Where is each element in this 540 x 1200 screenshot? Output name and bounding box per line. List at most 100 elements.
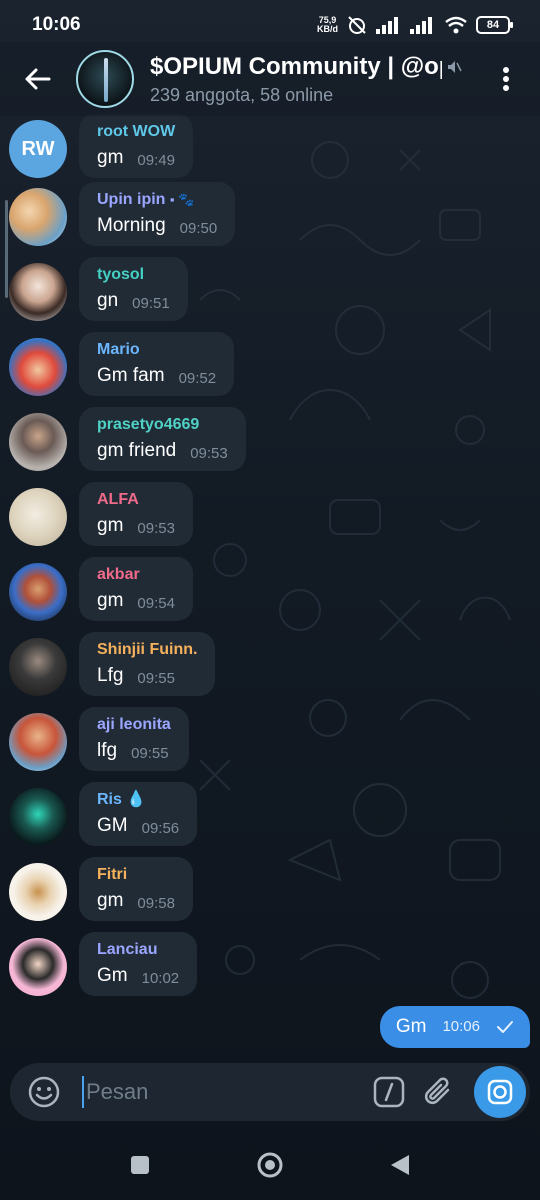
avatar[interactable]: RW [9,120,67,178]
message-time: 09:56 [141,820,180,837]
smiley-icon [28,1076,60,1108]
avatar[interactable] [9,563,67,621]
sender-name[interactable]: prasetyo4669 [97,415,228,435]
muted-icon [448,60,462,73]
message-bubble[interactable]: Ris 💧 GM 09:56 [79,782,198,846]
message-text: gm [97,147,124,168]
sender-name[interactable]: akbar [97,565,175,585]
sender-name[interactable]: Fitri [97,865,175,885]
avatar[interactable] [9,338,67,396]
avatar[interactable] [9,638,67,696]
emoji-icons: ▪ 🐾 [169,192,195,207]
message-item[interactable]: prasetyo4669 gm friend 09:53 [0,407,540,477]
avatar[interactable] [9,938,67,996]
outgoing-message-bubble[interactable]: Gm 10:06 [379,1006,530,1048]
group-title: $OPIUM Community | @op [150,52,442,80]
message-text: gm friend [97,440,177,461]
message-time: 09:52 [178,370,217,387]
message-item[interactable]: ALFA gm 09:53 [0,482,540,552]
triangle-back-icon [391,1155,409,1175]
bot-commands-button[interactable] [364,1063,414,1121]
message-text: Gm [395,1016,427,1037]
message-item[interactable]: Shinjii Fuinn. Lfg 09:55 [0,632,540,702]
scrollbar[interactable] [5,200,8,298]
avatar[interactable] [9,488,67,546]
message-bubble[interactable]: aji leonita lfg 09:55 [79,707,189,771]
recents-button[interactable] [120,1145,160,1185]
net-speed-unit: KB/d [317,24,338,34]
message-item[interactable]: RW root WOW gm 09:49 [0,114,540,184]
avatar[interactable] [9,863,67,921]
sender-name[interactable]: Shinjii Fuinn. [97,640,197,660]
sender-name[interactable]: Upin ipin ▪ 🐾 [97,190,217,210]
system-nav-bar [0,1130,540,1200]
alarm-off-icon [348,16,366,34]
message-bubble[interactable]: tyosol gn 09:51 [79,257,188,321]
message-time: 09:58 [137,895,175,912]
avatar[interactable] [9,188,67,246]
message-bubble[interactable]: ALFA gm 09:53 [79,482,193,546]
message-bubble[interactable]: prasetyo4669 gm friend 09:53 [79,407,246,471]
message-bubble[interactable]: akbar gm 09:54 [79,557,193,621]
message-time: 09:49 [137,152,175,169]
sender-name[interactable]: root WOW [97,122,175,142]
sender-name[interactable]: Ris 💧 [97,790,179,810]
avatar[interactable] [9,788,67,846]
message-item[interactable]: tyosol gn 09:51 [0,257,540,327]
back-nav-button[interactable] [380,1145,420,1185]
avatar[interactable] [9,413,67,471]
message-item[interactable]: Lanciau Gm 10:02 [0,932,540,1002]
back-button[interactable] [0,42,76,116]
message-bubble[interactable]: Mario Gm fam 09:52 [79,332,235,396]
message-time: 10:02 [141,970,180,987]
emoji-button[interactable] [16,1063,72,1121]
message-item[interactable]: Ris 💧 GM 09:56 [0,782,540,852]
message-text: GM [97,815,128,836]
message-time: 09:55 [137,670,175,687]
avatar[interactable] [9,263,67,321]
message-bubble[interactable]: Fitri gm 09:58 [79,857,193,921]
message-time: 09:50 [179,220,218,237]
message-time: 09:54 [137,595,175,612]
message-text: lfg [97,740,118,761]
signal-icon-2 [410,17,432,34]
message-item[interactable]: aji leonita lfg 09:55 [0,707,540,777]
sender-name[interactable]: tyosol [97,265,170,285]
group-avatar[interactable] [76,50,134,108]
member-count: 239 anggota, 58 online [150,84,334,105]
input-placeholder: Pesan [86,1079,149,1104]
message-text: gm [97,590,124,611]
header-info[interactable]: $OPIUM Community | @op 239 anggota, 58 o… [150,53,486,106]
message-bubble[interactable]: Lanciau Gm 10:02 [79,932,198,996]
signal-icon [376,17,398,34]
message-bubble[interactable]: root WOW gm 09:49 [79,114,194,178]
sender-name[interactable]: Lanciau [97,940,179,960]
battery-indicator: 84 [476,16,513,34]
message-item[interactable]: Upin ipin ▪ 🐾 Morning 09:50 [0,182,540,252]
message-composer: Pesan [10,1063,530,1121]
square-icon [131,1156,149,1174]
message-bubble[interactable]: Upin ipin ▪ 🐾 Morning 09:50 [79,182,236,246]
droplet-icon: 💧 [126,791,147,808]
message-time: 09:55 [131,745,169,762]
attach-button[interactable] [414,1063,464,1121]
message-list: RW root WOW gm 09:49 Upin ipin ▪ 🐾 Mornin… [0,114,540,1056]
more-options-button[interactable] [486,42,526,116]
slash-command-icon [373,1076,405,1108]
message-input[interactable]: Pesan [72,1063,364,1121]
message-bubble[interactable]: Shinjii Fuinn. Lfg 09:55 [79,632,216,696]
camera-button[interactable] [474,1066,526,1118]
message-item[interactable]: Mario Gm fam 09:52 [0,332,540,402]
avatar[interactable] [9,713,67,771]
sender-name[interactable]: ALFA [97,490,175,510]
message-text: Gm fam [97,365,165,386]
sender-name[interactable]: aji leonita [97,715,171,735]
message-item[interactable]: akbar gm 09:54 [0,557,540,627]
message-text: Lfg [97,665,124,686]
text-cursor [82,1076,84,1108]
home-button[interactable] [250,1145,290,1185]
message-text: gm [97,890,124,911]
sender-name[interactable]: Mario [97,340,216,360]
message-item[interactable]: Fitri gm 09:58 [0,857,540,927]
circle-icon [257,1152,283,1178]
